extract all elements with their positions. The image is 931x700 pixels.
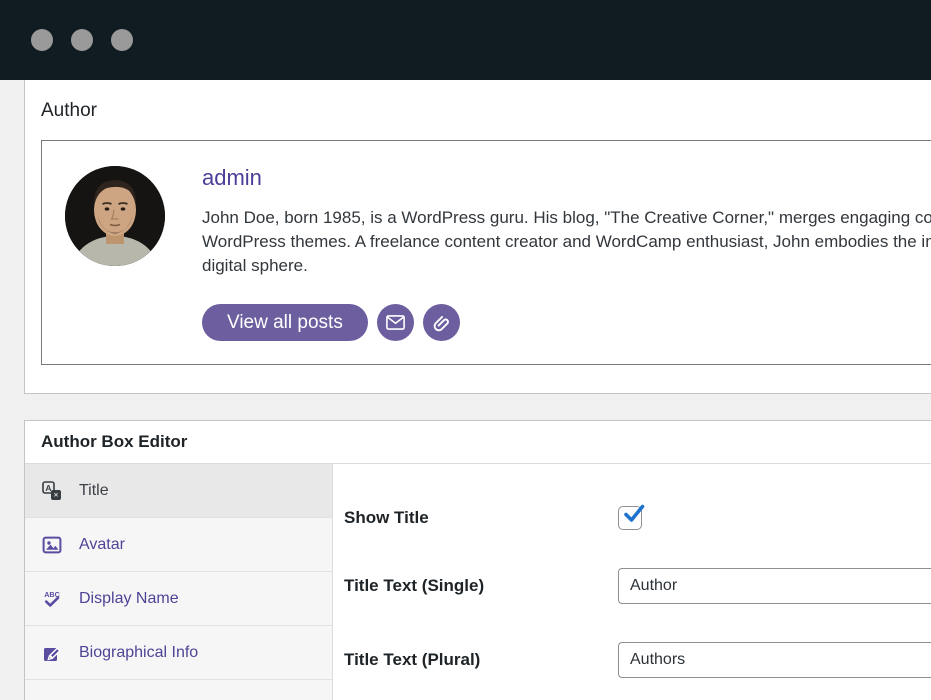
- window-control-dot[interactable]: [71, 29, 93, 51]
- checkmark-icon: [620, 500, 648, 528]
- sidebar-item-label: Title: [79, 482, 109, 500]
- sidebar-item-display-name[interactable]: ABC Display Name: [25, 572, 332, 626]
- image-icon: [42, 535, 62, 555]
- editor-header: Author Box Editor: [25, 421, 931, 464]
- svg-text:A: A: [45, 483, 51, 493]
- author-bio: John Doe, born 1985, is a WordPress guru…: [202, 206, 931, 278]
- author-info: admin John Doe, born 1985, is a WordPres…: [202, 165, 931, 341]
- window-control-dot[interactable]: [31, 29, 53, 51]
- editor-title: Author Box Editor: [41, 432, 187, 452]
- author-bio-line: digital sphere.: [202, 254, 931, 278]
- show-title-checkbox[interactable]: [618, 506, 642, 530]
- author-username-link[interactable]: admin: [202, 165, 262, 191]
- editor-sidebar: A × Title Avatar ABC: [25, 464, 333, 700]
- translation-icon: A ×: [42, 481, 62, 501]
- author-bio-line: John Doe, born 1985, is a WordPress guru…: [202, 206, 931, 230]
- edit-icon: [42, 643, 62, 663]
- field-show-title: Show Title: [344, 506, 931, 530]
- view-all-posts-button[interactable]: View all posts: [202, 304, 368, 341]
- author-box-editor-panel: Author Box Editor A × Title: [24, 420, 931, 700]
- svg-text:×: ×: [54, 489, 59, 499]
- author-bio-line: WordPress themes. A freelance content cr…: [202, 230, 931, 254]
- website-link-button[interactable]: [423, 304, 460, 341]
- editor-body: A × Title Avatar ABC: [25, 464, 931, 700]
- sidebar-item-label: Avatar: [79, 536, 125, 554]
- show-title-label: Show Title: [344, 508, 618, 528]
- author-box-preview: admin John Doe, born 1985, is a WordPres…: [41, 140, 931, 365]
- author-preview-panel: Author admin: [24, 80, 931, 394]
- screen: Author admin: [0, 0, 931, 700]
- section-title-author: Author: [41, 100, 97, 122]
- title-text-plural-input[interactable]: [618, 642, 931, 678]
- title-text-single-input[interactable]: [618, 568, 931, 604]
- author-actions: View all posts: [202, 304, 931, 341]
- field-title-text-plural: Title Text (Plural): [344, 642, 931, 678]
- window-control-dot[interactable]: [111, 29, 133, 51]
- window-titlebar: [0, 0, 931, 80]
- field-title-text-single: Title Text (Single): [344, 568, 931, 604]
- sidebar-item-next[interactable]: [25, 680, 332, 700]
- title-text-plural-label: Title Text (Plural): [344, 650, 618, 670]
- editor-content: Show Title Title Text (Single) Title Tex…: [333, 464, 931, 700]
- sidebar-item-title[interactable]: A × Title: [25, 464, 332, 518]
- link-icon: [431, 312, 452, 333]
- sidebar-item-biographical-info[interactable]: Biographical Info: [25, 626, 332, 680]
- avatar-portrait-image: [65, 166, 165, 266]
- title-text-single-label: Title Text (Single): [344, 576, 618, 596]
- sidebar-item-avatar[interactable]: Avatar: [25, 518, 332, 572]
- avatar: [65, 166, 165, 266]
- email-button[interactable]: [377, 304, 414, 341]
- email-icon: [386, 315, 405, 330]
- sidebar-item-label: Biographical Info: [79, 644, 198, 662]
- spellcheck-icon: ABC: [42, 589, 62, 609]
- sidebar-item-label: Display Name: [79, 590, 179, 608]
